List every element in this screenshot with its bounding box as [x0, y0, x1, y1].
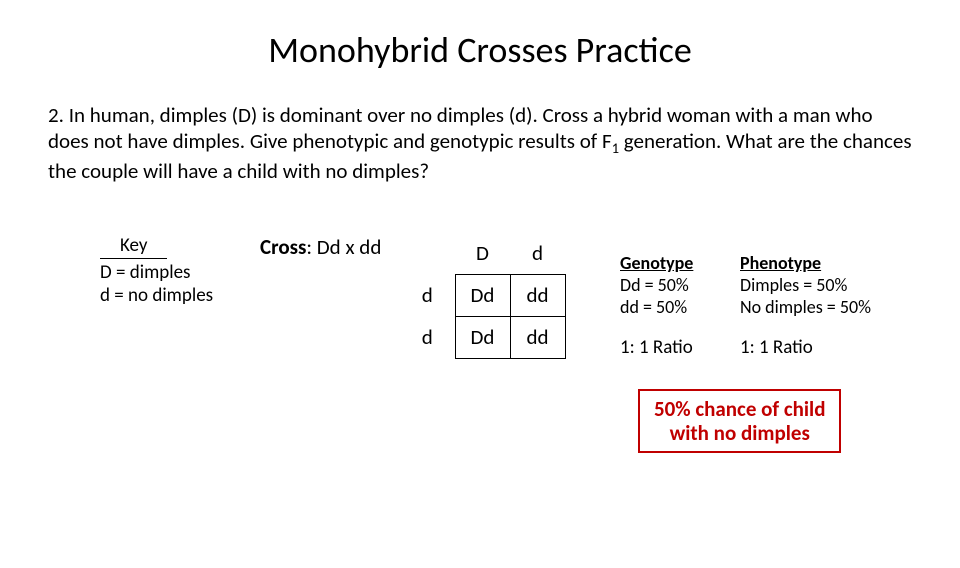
phenotype-value: Dimples = 50% No dimples = 50% [740, 274, 910, 318]
punnett-cell: dd [510, 274, 565, 316]
key-block: Key D = dimples d = no dimples [100, 234, 213, 307]
punnett-cell: Dd [455, 316, 510, 358]
phenotype-ratio: 1: 1 Ratio [740, 318, 910, 359]
key-line: D = dimples [100, 261, 213, 284]
genotype-ratio: 1: 1 Ratio [620, 318, 740, 359]
answer-box: 50% chance of child with no dimples [638, 389, 841, 453]
genotype-heading: Genotype [620, 252, 740, 274]
results-block: Genotype Phenotype Dd = 50% dd = 50% Dim… [620, 252, 910, 359]
punnett-col-header: D [455, 232, 510, 274]
punnett-square: D d d Dd dd d Dd dd [400, 232, 566, 359]
key-heading: Key [100, 234, 167, 259]
punnett-row-header: d [400, 316, 455, 358]
punnett-cell: Dd [455, 274, 510, 316]
genotype-value: Dd = 50% dd = 50% [620, 274, 740, 318]
phenotype-heading: Phenotype [740, 252, 910, 274]
question-text: 2. In human, dimples (D) is dominant ove… [48, 102, 912, 184]
cross-label: Cross: Dd x dd [260, 234, 381, 260]
key-line: d = no dimples [100, 284, 213, 307]
page-title: Monohybrid Crosses Practice [0, 28, 960, 72]
punnett-col-header: d [510, 232, 565, 274]
punnett-cell: dd [510, 316, 565, 358]
punnett-row-header: d [400, 274, 455, 316]
